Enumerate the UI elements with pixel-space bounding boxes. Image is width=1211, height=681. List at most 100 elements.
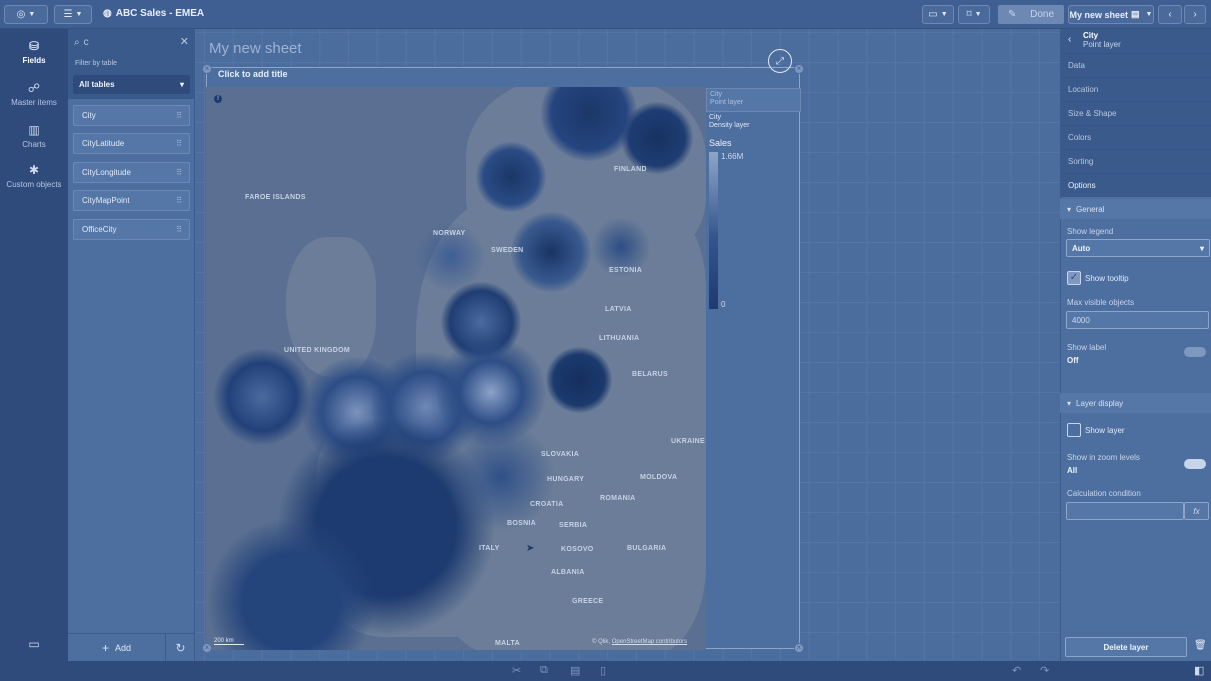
chevron-down-icon: ▾: [179, 80, 184, 89]
resize-handle[interactable]: ×: [202, 643, 212, 653]
field-item[interactable]: CityLatitude ⠿: [73, 133, 190, 154]
map-label: BELARUS: [632, 371, 668, 378]
map-label: MALTA: [495, 640, 520, 647]
field-search-input[interactable]: ⌕ c: [74, 34, 174, 50]
show-label-label: Show label: [1067, 343, 1107, 352]
map-attribution: © Qlik, OpenStreetMap contributors: [592, 639, 687, 645]
puzzle-icon: ✱: [28, 163, 40, 177]
layer-display-section-header[interactable]: ▾ Layer display: [1060, 393, 1211, 413]
field-item-label: OfficeCity: [82, 225, 117, 234]
copy-icon[interactable]: ⧉: [540, 664, 548, 677]
max-visible-value: 4000: [1072, 315, 1090, 325]
expand-button[interactable]: ⤢: [768, 49, 792, 73]
panel-icon: ▭: [28, 637, 40, 651]
max-visible-input[interactable]: 4000: [1066, 311, 1209, 329]
previous-sheet-button[interactable]: ‹: [1158, 5, 1182, 24]
navigation-menu-button[interactable]: ◎ ▼: [4, 5, 48, 24]
legend-density-layer[interactable]: City Density layer: [709, 114, 749, 130]
show-legend-label: Show legend: [1067, 227, 1114, 236]
table-select[interactable]: All tables ▾: [73, 75, 190, 94]
next-sheet-button[interactable]: ›: [1184, 5, 1206, 24]
expand-icon: ⤢: [776, 55, 784, 67]
paste-icon[interactable]: ▤: [570, 664, 580, 677]
density-hotspot: [214, 349, 310, 445]
show-layer-label: Show layer: [1085, 426, 1125, 435]
nav-custom-objects[interactable]: ✱ Custom objects: [0, 157, 68, 195]
done-editing-button[interactable]: ✎ Done: [998, 5, 1064, 24]
map-label: FINLAND: [614, 166, 647, 173]
present-button[interactable]: ▭ ▼: [922, 5, 954, 24]
field-item[interactable]: OfficeCity ⠿: [73, 219, 190, 240]
legend-density-layer-type: Density layer: [709, 122, 750, 129]
close-icon[interactable]: ✕: [180, 35, 189, 48]
layer-display-section-label: Layer display: [1076, 398, 1124, 408]
field-item[interactable]: City ⠿: [73, 105, 190, 126]
reload-button[interactable]: ↻: [166, 641, 195, 655]
expression-editor-button[interactable]: fx: [1184, 502, 1209, 520]
drag-handle-icon: ⠿: [176, 196, 182, 205]
undo-icon[interactable]: ↶: [1012, 664, 1021, 677]
tab-options[interactable]: Options: [1061, 173, 1211, 197]
chevron-right-icon: ›: [1193, 9, 1197, 20]
general-section-header[interactable]: ▾ General: [1060, 199, 1211, 219]
delete-layer-button[interactable]: Delete layer: [1065, 637, 1187, 657]
legend-min-value: 0: [721, 300, 726, 309]
resize-handle[interactable]: ×: [202, 64, 212, 74]
map-label: BOSNIA: [507, 520, 537, 527]
resize-handle[interactable]: ×: [794, 643, 804, 653]
info-icon[interactable]: !: [214, 95, 222, 103]
map-label: ESTONIA: [609, 267, 643, 274]
show-tooltip-checkbox[interactable]: ✓: [1067, 271, 1081, 285]
chart-icon: ▥: [28, 123, 40, 137]
map-label: SLOVAKIA: [541, 451, 580, 458]
chevron-down-icon: ▼: [75, 11, 83, 18]
show-layer-checkbox[interactable]: [1067, 423, 1081, 437]
chevron-left-icon[interactable]: ‹: [1068, 34, 1071, 45]
redo-icon[interactable]: ↷: [1040, 664, 1049, 677]
add-field-button[interactable]: + Add: [68, 633, 166, 662]
app-title-text: ABC Sales - EMEA: [115, 8, 205, 19]
field-item[interactable]: CityMapPoint ⠿: [73, 190, 190, 211]
field-item[interactable]: CityLongitude ⠿: [73, 162, 190, 183]
show-legend-select[interactable]: Auto ▾: [1066, 239, 1210, 257]
tab-location[interactable]: Location: [1061, 77, 1211, 101]
field-item-label: CityLongitude: [82, 168, 131, 177]
add-label: Add: [115, 642, 132, 653]
properties-header: ‹ City Point layer Data Location Size & …: [1061, 29, 1211, 197]
nav-charts[interactable]: ▥ Charts: [0, 117, 68, 155]
sheet-selector-button[interactable]: My new sheet ▤ ▼: [1068, 5, 1154, 24]
resize-handle[interactable]: ×: [794, 64, 804, 74]
tab-sorting[interactable]: Sorting: [1061, 149, 1211, 173]
tab-size-shape[interactable]: Size & Shape: [1061, 101, 1211, 125]
tab-data[interactable]: Data: [1061, 53, 1211, 77]
global-menu-button[interactable]: ☰ ▼: [54, 5, 92, 24]
trash-icon[interactable]: 🗑: [1194, 640, 1207, 651]
nav-fields[interactable]: ⛁ Fields: [0, 33, 68, 71]
tab-colors[interactable]: Colors: [1061, 125, 1211, 149]
cut-icon[interactable]: ✂: [512, 664, 521, 677]
zoom-levels-toggle[interactable]: [1184, 459, 1206, 469]
legend-measure: Sales: [709, 138, 732, 148]
calc-condition-input[interactable]: [1066, 502, 1184, 520]
app-title[interactable]: ◍ ABC Sales - EMEA: [103, 8, 204, 19]
nav-master-items[interactable]: ☍ Master items: [0, 75, 68, 113]
chart-title[interactable]: Click to add title: [218, 69, 288, 79]
map-label: BULGARIA: [627, 545, 667, 552]
sheet-title[interactable]: My new sheet: [209, 40, 302, 57]
show-label-toggle[interactable]: [1184, 347, 1206, 357]
pencil-icon: ✎: [1008, 9, 1017, 20]
properties-toggle-icon[interactable]: ◧: [1194, 664, 1204, 677]
legend-point-layer-name: City: [710, 91, 723, 98]
bottom-toolbar: ✂ ⧉ ▤ ▯ ↶ ↷ ◧: [0, 661, 1211, 681]
bookmark-button[interactable]: ⌑ ▼: [958, 5, 990, 24]
panel-toggle-button[interactable]: ▭: [0, 627, 68, 661]
search-icon: ⌕: [74, 36, 80, 48]
delete-icon[interactable]: ▯: [600, 664, 606, 677]
map-label: NORWAY: [433, 230, 466, 237]
delete-layer-label: Delete layer: [1103, 642, 1149, 652]
legend-density-layer-name: City: [709, 114, 722, 121]
legend-point-layer[interactable]: City Point layer: [706, 88, 801, 112]
top-toolbar: ◎ ▼ ☰ ▼ ◍ ABC Sales - EMEA ▭ ▼ ⌑ ▼ ✎ Done My…: [0, 0, 1211, 29]
legend-color-scale: [709, 152, 718, 309]
attribution-link[interactable]: OpenStreetMap contributors: [612, 639, 687, 645]
